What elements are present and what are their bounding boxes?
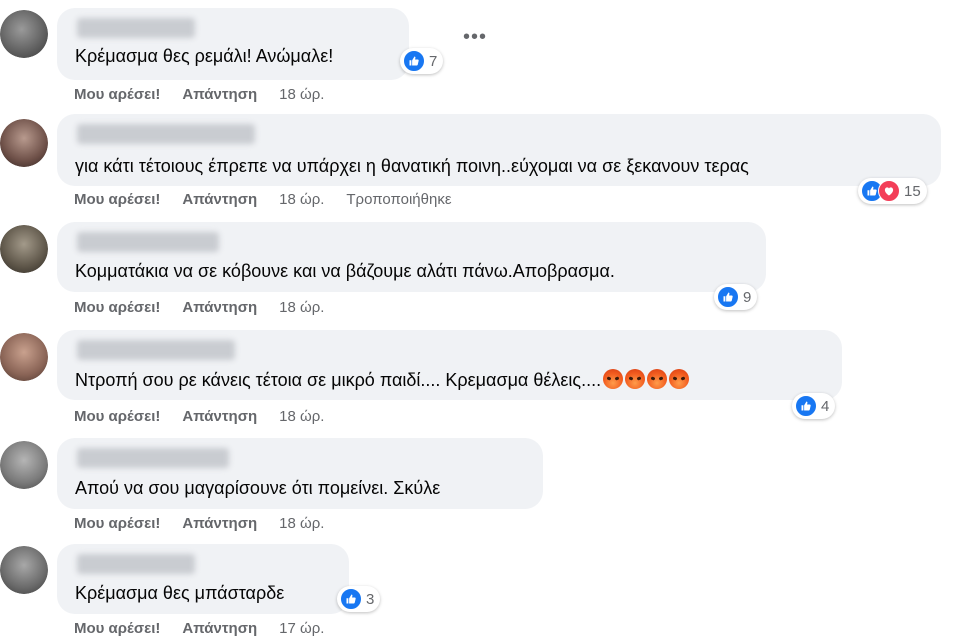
timestamp[interactable]: 17 ώρ. xyxy=(279,620,324,637)
comment-text: Κομματάκια να σε κόβουνε και να βάζουμε … xyxy=(75,261,615,281)
avatar[interactable] xyxy=(0,441,48,489)
comment-text: Ντροπή σου ρε κάνεις τέτοια σε μικρό παι… xyxy=(75,368,690,392)
angry-face-icon xyxy=(669,369,690,389)
reaction-count: 4 xyxy=(821,397,830,415)
more-options-icon[interactable]: ••• xyxy=(463,27,487,47)
reaction-summary[interactable]: 15 xyxy=(858,178,927,204)
reaction-summary[interactable]: 4 xyxy=(792,393,836,419)
timestamp[interactable]: 18 ώρ. xyxy=(279,299,324,316)
love-reaction-icon xyxy=(878,180,900,202)
reaction-summary[interactable]: 9 xyxy=(714,284,758,310)
comment-actions: Μου αρέσει! Απάντηση 17 ώρ. xyxy=(74,620,346,637)
angry-face-icon xyxy=(603,369,624,389)
comment-bubble: Κρέμασμα θες ρεμάλι! Ανώμαλε! xyxy=(57,8,409,80)
author-name[interactable] xyxy=(77,448,229,468)
like-button[interactable]: Μου αρέσει! xyxy=(74,299,160,316)
avatar[interactable] xyxy=(0,333,48,381)
comment-text: για κάτι τέτοιους έπρεπε να υπάρχει η θα… xyxy=(75,156,749,176)
like-reaction-icon xyxy=(717,286,739,308)
angry-face-icon xyxy=(647,369,668,389)
reply-button[interactable]: Απάντηση xyxy=(182,515,257,532)
reaction-count: 3 xyxy=(366,590,375,608)
comment-text: Κρέμασμα θες ρεμάλι! Ανώμαλε! xyxy=(75,46,334,66)
timestamp[interactable]: 18 ώρ. xyxy=(279,515,324,532)
author-name[interactable] xyxy=(77,232,219,252)
reply-button[interactable]: Απάντηση xyxy=(182,86,257,103)
reaction-count: 15 xyxy=(904,182,921,200)
comment-bubble: Κομματάκια να σε κόβουνε και να βάζουμε … xyxy=(57,222,766,292)
timestamp[interactable]: 18 ώρ. xyxy=(279,408,324,425)
author-name[interactable] xyxy=(77,124,255,144)
like-reaction-icon xyxy=(340,588,362,610)
author-name[interactable] xyxy=(77,18,195,38)
comment-actions: Μου αρέσει! Απάντηση 18 ώρ. xyxy=(74,86,346,103)
comment-text: Κρέμασμα θες μπάσταρδε xyxy=(75,583,285,603)
timestamp[interactable]: 18 ώρ. xyxy=(279,86,324,103)
reaction-count: 7 xyxy=(429,52,438,70)
like-button[interactable]: Μου αρέσει! xyxy=(74,408,160,425)
reply-button[interactable]: Απάντηση xyxy=(182,299,257,316)
comment-actions: Μου αρέσει! Απάντηση 18 ώρ. xyxy=(74,408,346,425)
like-reaction-icon xyxy=(403,50,425,72)
edited-label[interactable]: Τροποποιήθηκε xyxy=(346,191,451,208)
like-button[interactable]: Μου αρέσει! xyxy=(74,620,160,637)
author-name[interactable] xyxy=(77,340,235,360)
comment-actions: Μου αρέσει! Απάντηση 18 ώρ. Τροποποιήθηκ… xyxy=(74,191,452,208)
comment-actions: Μου αρέσει! Απάντηση 18 ώρ. xyxy=(74,515,346,532)
author-name[interactable] xyxy=(77,554,195,574)
timestamp[interactable]: 18 ώρ. xyxy=(279,191,324,208)
like-reaction-icon xyxy=(795,395,817,417)
comment-bubble: Κρέμασμα θες μπάσταρδε xyxy=(57,544,349,614)
comment-bubble: Ντροπή σου ρε κάνεις τέτοια σε μικρό παι… xyxy=(57,330,842,400)
comment-bubble: για κάτι τέτοιους έπρεπε να υπάρχει η θα… xyxy=(57,114,941,186)
avatar[interactable] xyxy=(0,119,48,167)
comment-bubble: Απού να σου μαγαρίσουνε ότι πομείνει. Σκ… xyxy=(57,438,543,509)
like-button[interactable]: Μου αρέσει! xyxy=(74,191,160,208)
angry-face-icon xyxy=(625,369,646,389)
avatar[interactable] xyxy=(0,225,48,273)
comment-text: Απού να σου μαγαρίσουνε ότι πομείνει. Σκ… xyxy=(75,478,441,498)
reply-button[interactable]: Απάντηση xyxy=(182,408,257,425)
reaction-summary[interactable]: 3 xyxy=(337,586,381,612)
avatar[interactable] xyxy=(0,546,48,594)
reaction-summary[interactable]: 7 xyxy=(400,48,444,74)
like-button[interactable]: Μου αρέσει! xyxy=(74,515,160,532)
like-button[interactable]: Μου αρέσει! xyxy=(74,86,160,103)
reaction-count: 9 xyxy=(743,288,752,306)
comment-text-body: Ντροπή σου ρε κάνεις τέτοια σε μικρό παι… xyxy=(75,370,602,390)
reply-button[interactable]: Απάντηση xyxy=(182,191,257,208)
comment-actions: Μου αρέσει! Απάντηση 18 ώρ. xyxy=(74,299,346,316)
avatar[interactable] xyxy=(0,10,48,58)
reply-button[interactable]: Απάντηση xyxy=(182,620,257,637)
